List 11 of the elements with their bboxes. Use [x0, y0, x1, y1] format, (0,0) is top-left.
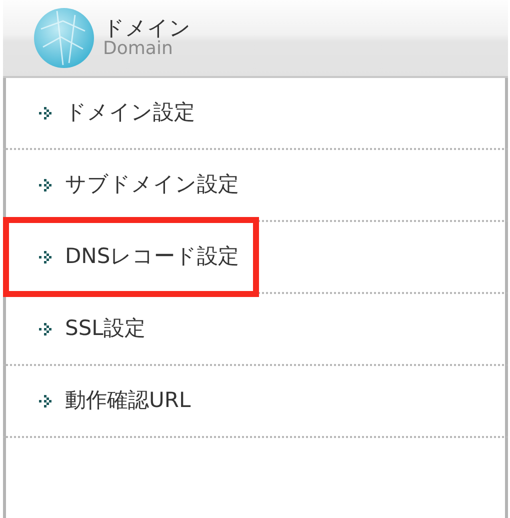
dotted-arrow-icon: [39, 106, 53, 120]
section-title: ドメイン: [103, 17, 191, 40]
dotted-arrow-icon: [39, 250, 53, 264]
section-subtitle: Domain: [103, 39, 174, 59]
menu-link[interactable]: 動作確認URL: [3, 365, 211, 437]
dotted-arrow-icon: [39, 322, 53, 336]
menu-link[interactable]: ドメイン設定: [3, 77, 215, 149]
dotted-arrow-icon: [39, 178, 53, 192]
dotted-arrow-icon: [39, 394, 53, 408]
globe-icon: [33, 7, 95, 69]
menu-link[interactable]: DNSレコード設定: [3, 217, 260, 297]
